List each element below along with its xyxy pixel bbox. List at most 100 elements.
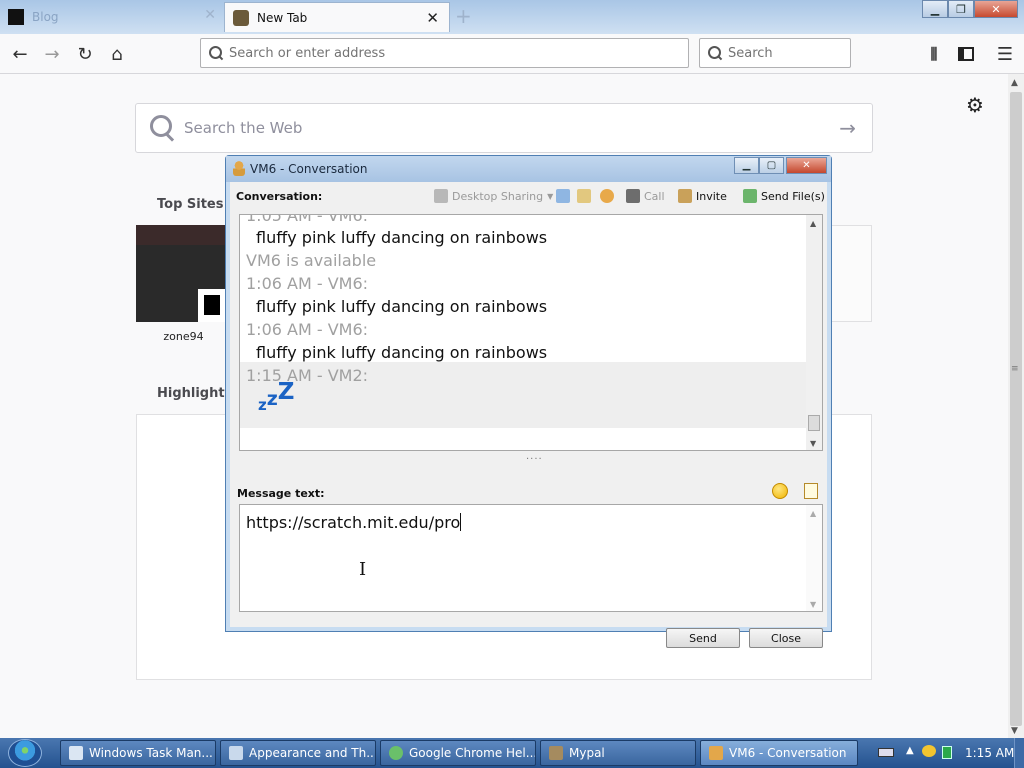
search-bar[interactable]: Search — [699, 38, 851, 68]
message-meta: 1:15 AM - VM2: — [246, 366, 369, 385]
taskbar-item-task-manager[interactable]: Windows Task Man... — [60, 740, 216, 766]
history-icon[interactable] — [556, 189, 574, 203]
conversation-body: Conversation: Desktop Sharing ▼ Call Inv… — [230, 182, 827, 648]
reload-icon[interactable]: ↻ — [73, 42, 97, 66]
maximize-button[interactable]: ▢ — [759, 157, 784, 174]
message-text: fluffy pink luffy dancing on rainbows — [256, 228, 548, 247]
send-file-icon — [743, 189, 757, 203]
scrollbar-thumb[interactable] — [1010, 92, 1022, 726]
desktop-sharing-button[interactable]: Desktop Sharing ▼ — [434, 189, 553, 203]
highlights-title: Highlights — [157, 386, 233, 401]
message-text: fluffy pink luffy dancing on rainbows — [256, 343, 548, 362]
navigation-toolbar: ← → ↻ ⌂ Search or enter address Search ⫼… — [0, 34, 1024, 74]
minimize-button[interactable]: ▁ — [734, 157, 759, 174]
scroll-up-icon[interactable]: ▲ — [1011, 78, 1018, 88]
message-input-text: https://scratch.mit.edu/pro — [246, 513, 461, 532]
web-search-box[interactable]: Search the Web → — [135, 103, 873, 153]
minimize-button[interactable]: ▁ — [922, 0, 948, 18]
home-icon[interactable]: ⌂ — [105, 42, 129, 66]
tab-new-tab[interactable]: New Tab ✕ — [224, 2, 450, 32]
history-icon — [556, 189, 570, 203]
show-desktop-button[interactable] — [1014, 738, 1024, 768]
keyboard-icon[interactable] — [878, 748, 894, 757]
search-icon — [708, 46, 722, 60]
scroll-down-icon[interactable]: ▼ — [810, 439, 816, 448]
forward-arrow-icon[interactable]: → — [40, 42, 64, 66]
pane-splitter[interactable]: ···· — [526, 454, 543, 465]
message-scrollbar[interactable]: ▲ ▼ — [806, 505, 822, 611]
scroll-down-icon[interactable]: ▼ — [810, 600, 816, 609]
newtab-favicon-icon — [233, 9, 249, 26]
emoticon-icon[interactable] — [600, 189, 618, 203]
browser-tab-strip: Blog ✕ New Tab ✕ + ▁ ❐ ✕ — [0, 0, 1024, 34]
send-button[interactable]: Send — [666, 628, 740, 648]
address-bar[interactable]: Search or enter address — [200, 38, 689, 68]
scrollbar-thumb[interactable] — [808, 415, 820, 431]
arrow-right-icon[interactable]: → — [839, 116, 856, 140]
search-placeholder: Search — [728, 45, 773, 61]
back-arrow-icon[interactable]: ← — [8, 42, 32, 66]
web-search-placeholder: Search the Web — [184, 119, 303, 137]
top-site-placeholder — [828, 225, 872, 322]
contacts-icon[interactable] — [577, 189, 595, 203]
taskbar-item-appearance[interactable]: Appearance and Th... — [220, 740, 376, 766]
gear-icon[interactable]: ⚙ — [966, 93, 984, 117]
smiley-icon[interactable] — [772, 483, 788, 499]
message-input[interactable]: https://scratch.mit.edu/pro I ▲ ▼ — [239, 504, 823, 612]
battery-icon[interactable] — [942, 746, 952, 759]
window-close-button[interactable]: ✕ — [974, 0, 1018, 18]
sidebar-icon[interactable] — [954, 42, 978, 66]
send-files-button[interactable]: Send File(s) — [743, 189, 825, 203]
top-site-tile[interactable] — [136, 225, 226, 322]
taskbar-item-label: Windows Task Man... — [89, 746, 213, 760]
desktop-sharing-label: Desktop Sharing — [452, 189, 544, 203]
address-placeholder: Search or enter address — [229, 45, 386, 61]
new-tab-button[interactable]: + — [455, 4, 472, 28]
taskbar-item-conversation[interactable]: VM6 - Conversation — [700, 740, 858, 766]
taskbar-item-chrome-help[interactable]: Google Chrome Hel... — [380, 740, 536, 766]
scroll-up-icon[interactable]: ▲ — [810, 509, 816, 518]
window-close-button[interactable]: ✕ — [786, 157, 827, 174]
transcript-scrollbar[interactable]: ▲ ▼ — [806, 215, 822, 450]
taskbar-item-label: Appearance and Th... — [249, 746, 376, 760]
conversation-transcript[interactable]: 1:05 AM - VM6: fluffy pink luffy dancing… — [239, 214, 823, 451]
tray-expand-icon[interactable]: ▲ — [906, 745, 914, 756]
page-scrollbar[interactable]: ▲ ≡ ▼ — [1008, 74, 1024, 738]
status-text: VM6 is available — [246, 251, 377, 270]
library-icon[interactable]: ⫼ — [922, 42, 946, 66]
emoticon-icon — [600, 189, 614, 203]
start-button[interactable] — [8, 739, 42, 767]
invite-button[interactable]: Invite — [678, 189, 727, 203]
text-caret — [460, 513, 462, 531]
note-edit-icon[interactable] — [804, 483, 818, 499]
search-icon — [150, 115, 176, 141]
tab-close-icon[interactable]: ✕ — [426, 9, 439, 27]
tab-label: New Tab — [257, 10, 308, 25]
maximize-button[interactable]: ❐ — [948, 0, 974, 18]
taskbar-item-label: Google Chrome Hel... — [409, 746, 536, 760]
chrome-icon — [389, 746, 403, 760]
contacts-icon — [577, 189, 591, 203]
sidebar-icon — [958, 47, 974, 61]
scroll-down-icon[interactable]: ▼ — [1011, 726, 1018, 736]
call-button[interactable]: Call — [626, 189, 665, 203]
hamburger-menu-icon[interactable]: ☰ — [993, 42, 1017, 66]
clock[interactable]: 1:15 AM — [965, 746, 1014, 760]
chat-bubble-icon[interactable] — [922, 745, 936, 757]
conversation-title: VM6 - Conversation — [250, 162, 368, 176]
tab-close-icon[interactable]: ✕ — [204, 7, 216, 23]
message-input-value: https://scratch.mit.edu/pro — [246, 513, 462, 532]
tab-blog[interactable]: Blog ✕ — [0, 2, 224, 32]
call-label: Call — [644, 189, 665, 203]
system-tray: ▲ 1:15 AM — [868, 738, 1024, 768]
conversation-titlebar[interactable]: VM6 - Conversation ▁ ▢ ✕ — [226, 156, 831, 182]
tile-favicon-icon — [198, 289, 226, 322]
scroll-up-icon[interactable]: ▲ — [810, 219, 816, 228]
taskbar-item-mypal[interactable]: Mypal — [540, 740, 696, 766]
scroll-grip-icon: ≡ — [1011, 364, 1019, 374]
chevron-down-icon: ▼ — [547, 191, 554, 201]
tab-label: Blog — [32, 10, 59, 24]
mypal-icon — [549, 746, 563, 760]
invite-icon — [678, 189, 692, 203]
close-button[interactable]: Close — [749, 628, 823, 648]
